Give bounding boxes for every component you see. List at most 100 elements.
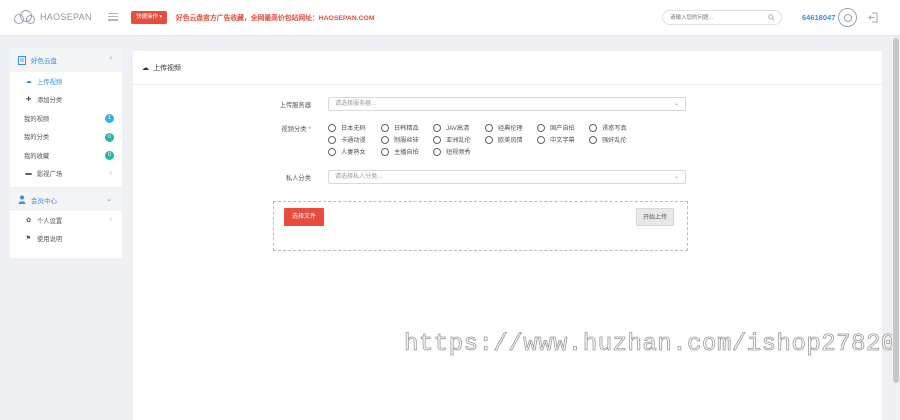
category-radio[interactable]: 国产自拍 [537, 123, 575, 132]
private-category-label: 私人分类 [285, 175, 311, 182]
radio-circle-icon[interactable] [328, 123, 336, 132]
sidebar-item-video-plaza[interactable]: ▬ 影视广场 ‹ [10, 165, 122, 184]
category-radio-label: 中文字幕 [550, 137, 575, 144]
radio-circle-icon[interactable] [433, 123, 441, 132]
radio-circle-icon[interactable] [537, 135, 545, 144]
server-label: 上传服务器 [279, 102, 311, 109]
sidebar-item-label: 我的视频 [24, 115, 50, 123]
category-radio[interactable]: 卡通动漫 [328, 135, 366, 144]
sidebar-item-add-category[interactable]: ✚ 添加分类 [10, 91, 122, 110]
category-radio[interactable]: 短视频秀 [433, 147, 471, 156]
radio-circle-icon[interactable] [433, 135, 441, 144]
chevron-left-icon: ‹ [109, 169, 112, 177]
scrollbar-thumb[interactable] [893, 38, 899, 383]
sidebar-item-personal-settings[interactable]: ✿ 个人设置 ‹ [10, 211, 122, 230]
cloud-upload-icon: ☁ [142, 64, 149, 72]
category-radio[interactable]: JAV高清 [433, 123, 469, 132]
category-radio[interactable]: 欧美风情 [485, 135, 523, 144]
sidebar-item-upload-video[interactable]: ☁ 上传视频 [10, 72, 122, 91]
folder-icon: ▬ [25, 170, 32, 178]
sidebar-item-label: 影视广场 [37, 171, 63, 179]
user-icon [18, 195, 26, 204]
count-badge: 1 [105, 114, 114, 123]
gear-icon: ✿ [25, 216, 32, 224]
top-header: HAOSEPAN 快捷操作 ▾ 好色云盘官方广告收藏，全网最高价包站网址：HAO… [0, 0, 900, 36]
category-radio[interactable]: 诱惑写真 [589, 123, 627, 132]
category-radio[interactable]: 日韩精品 [381, 123, 419, 132]
logo-text: HAOSEPAN [40, 12, 92, 22]
quick-actions-button[interactable]: 快捷操作 ▾ [131, 11, 168, 24]
radio-circle-icon[interactable] [328, 135, 336, 144]
user-id[interactable]: 64618047 [802, 13, 835, 22]
radio-circle-icon[interactable] [433, 147, 441, 156]
sidebar-item-label: 个人设置 [37, 217, 63, 225]
private-category-value: 请选择私人分类... [335, 174, 383, 180]
plus-icon: ✚ [25, 96, 32, 104]
start-upload-button[interactable]: 开始上传 [635, 208, 674, 226]
sidebar-item-label: 我的分类 [24, 134, 50, 142]
chevron-left-icon: ‹ [109, 55, 112, 62]
radio-circle-icon[interactable] [485, 123, 493, 132]
upload-drop-zone[interactable]: 选择文件 开始上传 [273, 201, 688, 251]
panel-header: ☁ 上传视频 [133, 51, 882, 85]
radio-circle-icon[interactable] [537, 123, 545, 132]
sidebar-group-cloud[interactable]: 好色云盘 ‹ [10, 48, 122, 72]
category-radio-label: 亚洲乱伦 [446, 137, 471, 144]
chevron-left-icon: ‹ [109, 216, 112, 223]
category-radio-label: 强奸乱伦 [602, 137, 627, 144]
radio-circle-icon[interactable] [381, 147, 389, 156]
page-scrollbar[interactable] [892, 36, 900, 420]
radio-circle-icon[interactable] [328, 147, 336, 156]
logo[interactable]: HAOSEPAN [14, 10, 92, 24]
category-radio[interactable]: 强奸乱伦 [589, 135, 627, 144]
sidebar-item-label: 使用说明 [37, 236, 63, 244]
category-radio[interactable]: 制服丝袜 [381, 135, 419, 144]
radio-circle-icon[interactable] [589, 123, 597, 132]
category-radio-label: 主播自拍 [394, 149, 419, 156]
category-radio[interactable]: 中文字幕 [537, 135, 575, 144]
avatar[interactable] [838, 8, 857, 27]
hamburger-menu-icon[interactable] [108, 13, 118, 21]
watermark-text: https://www.huzhan.com/ishop27820 [404, 331, 896, 359]
sidebar-item-my-videos[interactable]: 我的视频 1 [10, 109, 122, 128]
radio-circle-icon[interactable] [381, 123, 389, 132]
announcement-link[interactable]: 好色云盘官方广告收藏，全网最高价包站网址：HAOSEPAN.COM [176, 12, 375, 22]
sidebar-item-my-categories[interactable]: 我的分类 0 [10, 128, 122, 147]
category-radio[interactable]: 经典伦理 [485, 123, 523, 132]
sidebar-item-label: 添加分类 [37, 97, 63, 105]
category-radio-label: 经典伦理 [498, 125, 523, 132]
radio-circle-icon[interactable] [485, 135, 493, 144]
search-icon[interactable] [768, 14, 775, 21]
category-radio[interactable]: 日本无码 [328, 123, 366, 132]
category-radio-label: 国产自拍 [550, 125, 575, 132]
category-radio[interactable]: 主播自拍 [381, 147, 419, 156]
document-icon [18, 55, 26, 65]
sidebar-item-instructions[interactable]: ⚑ 使用说明 [10, 230, 122, 249]
category-radio-label: 人妻熟女 [341, 149, 366, 156]
sidebar-item-label: 我的收藏 [24, 152, 50, 160]
page-title: 上传视频 [153, 64, 181, 72]
search-input[interactable] [670, 11, 766, 24]
private-category-select[interactable]: 请选择私人分类... ⌄ [328, 170, 686, 184]
category-radio[interactable]: 亚洲乱伦 [433, 135, 471, 144]
logout-icon[interactable] [868, 12, 878, 23]
radio-circle-icon[interactable] [381, 135, 389, 144]
server-select-value: 请选择服务器... [335, 101, 377, 107]
server-select[interactable]: 请选择服务器... ⌄ [328, 97, 686, 111]
search-box[interactable] [662, 10, 782, 25]
sidebar-group-label: 会员中心 [31, 197, 57, 205]
chevron-down-icon: ⌄ [673, 174, 679, 180]
required-mark: * [308, 126, 311, 133]
sidebar-item-my-favorites[interactable]: 我的收藏 0 [10, 146, 122, 165]
count-badge: 0 [105, 151, 114, 160]
category-radio-label: 卡通动漫 [341, 137, 366, 144]
category-radio-label: 日韩精品 [394, 125, 419, 132]
choose-file-button[interactable]: 选择文件 [284, 208, 325, 226]
cloud-upload-icon: ☁ [25, 77, 32, 85]
radio-circle-icon[interactable] [589, 135, 597, 144]
category-label: 视频分类 * [251, 124, 311, 133]
sidebar-group-member[interactable]: 会员中心 ⌄ [10, 187, 122, 211]
sidebar-item-label: 上传视频 [37, 78, 63, 86]
category-radio-label: 诱惑写真 [602, 125, 627, 132]
category-radio[interactable]: 人妻熟女 [328, 147, 366, 156]
